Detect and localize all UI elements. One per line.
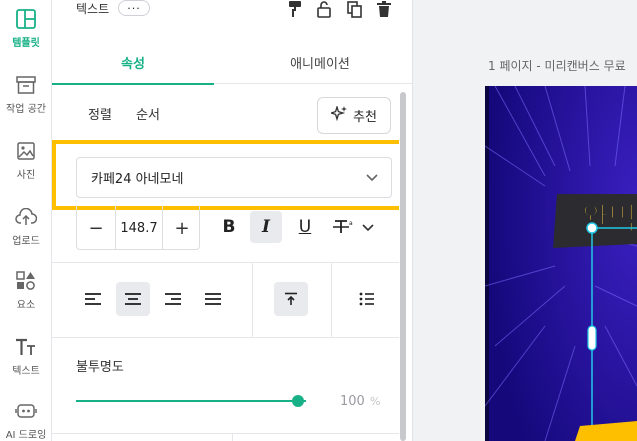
template-icon (15, 8, 37, 30)
rail-label: 업로드 (12, 236, 40, 247)
trash-icon[interactable] (375, 0, 393, 18)
divider (52, 433, 403, 434)
left-rail: 템플릿 작업 공간 사진 업로드 요소 텍스트 AI 드로잉 (0, 0, 52, 441)
divider (252, 262, 253, 337)
rail-item-photo[interactable]: 사진 (0, 132, 52, 194)
rail-item-template[interactable]: 템플릿 (0, 0, 52, 62)
page-label: 1 페이지 - 미리캔버스 무료 (488, 59, 626, 73)
opacity-value[interactable]: 100 (340, 394, 365, 409)
rail-item-upload[interactable]: 업로드 (0, 198, 52, 260)
align-justify-icon[interactable] (196, 282, 230, 316)
lock-icon[interactable] (315, 0, 333, 18)
tab-bar: 속성 애니메이션 (52, 40, 412, 85)
rail-label: 요소 (16, 300, 36, 311)
tab-properties[interactable]: 속성 (52, 40, 214, 85)
svg-text:a: a (349, 220, 353, 227)
rail-item-text[interactable]: 텍스트 (0, 328, 52, 390)
font-name: 카페24 아네모네 (91, 172, 184, 187)
rail-label: 작업 공간 (6, 104, 46, 115)
more-options-button[interactable]: ··· (118, 0, 150, 16)
workspace-icon (15, 74, 37, 96)
more-format-chevron-icon[interactable] (358, 211, 378, 243)
app: 템플릿 작업 공간 사진 업로드 요소 텍스트 AI 드로잉 텍스트 ··· 속… (0, 0, 637, 441)
photo-icon (15, 140, 37, 162)
divider (52, 337, 403, 338)
rail-item-elements[interactable]: 요소 (0, 262, 52, 324)
font-family-select[interactable]: 카페24 아네모네 (76, 157, 392, 198)
sort-link[interactable]: 정렬 (88, 104, 112, 123)
font-highlight-box: 카페24 아네모네 (52, 140, 403, 210)
ai-drawing-icon (15, 400, 37, 422)
scrollbar-thumb[interactable] (400, 92, 406, 441)
panel-scrollbar[interactable] (399, 88, 407, 441)
font-size-stepper: − 148.7 + (76, 206, 200, 250)
duplicate-icon[interactable] (345, 0, 363, 18)
elements-icon (15, 270, 37, 292)
decrease-size-button[interactable]: − (77, 206, 115, 250)
design-artboard[interactable]: 완벽 (485, 86, 637, 441)
align-right-icon[interactable] (156, 282, 190, 316)
rail-label: 텍스트 (12, 366, 40, 377)
opacity-label: 불투명도 (76, 360, 124, 375)
recommend-button[interactable]: 추천 (317, 97, 391, 134)
order-link[interactable]: 순서 (136, 104, 160, 123)
rail-item-ai-drawing[interactable]: AI 드로잉 (0, 392, 52, 441)
chevron-down-icon (365, 169, 379, 189)
increase-size-button[interactable]: + (163, 206, 201, 250)
rail-item-workspace[interactable]: 작업 공간 (0, 66, 52, 128)
divider (52, 262, 403, 263)
tab-animation[interactable]: 애니메이션 (260, 40, 380, 84)
bold-button[interactable]: B (213, 211, 245, 243)
paint-roller-icon[interactable] (286, 0, 304, 18)
slider-track (76, 400, 306, 402)
canvas-area: 1 페이지 - 미리캔버스 무료 완벽 (413, 0, 637, 441)
properties-panel: 텍스트 ··· 속성 애니메이션 정렬 순서 추천 카페24 아네모네 − 14… (52, 0, 413, 441)
divider (232, 433, 233, 441)
slider-thumb[interactable] (292, 395, 304, 407)
italic-button[interactable]: I (250, 211, 282, 243)
rail-label: AI 드로잉 (5, 430, 47, 441)
align-center-icon[interactable] (116, 282, 150, 316)
upload-icon (15, 206, 37, 228)
underline-button[interactable]: U (289, 211, 321, 243)
sparkle-icon (328, 104, 348, 126)
panel-header: 텍스트 ··· (52, 0, 412, 22)
panel-title: 텍스트 (76, 2, 110, 16)
align-left-icon[interactable] (76, 282, 110, 316)
divider (331, 262, 332, 337)
text-icon (15, 336, 37, 358)
font-size-value[interactable]: 148.7 (115, 206, 163, 250)
opacity-slider[interactable] (76, 395, 306, 407)
rail-label: 사진 (16, 170, 36, 181)
recommend-label: 추천 (353, 110, 377, 125)
list-icon[interactable] (350, 282, 384, 316)
vertical-align-top-icon[interactable] (274, 282, 308, 316)
rail-label: 템플릿 (12, 38, 40, 49)
opacity-unit: % (370, 395, 381, 408)
strikethrough-icon[interactable]: a (329, 211, 359, 243)
